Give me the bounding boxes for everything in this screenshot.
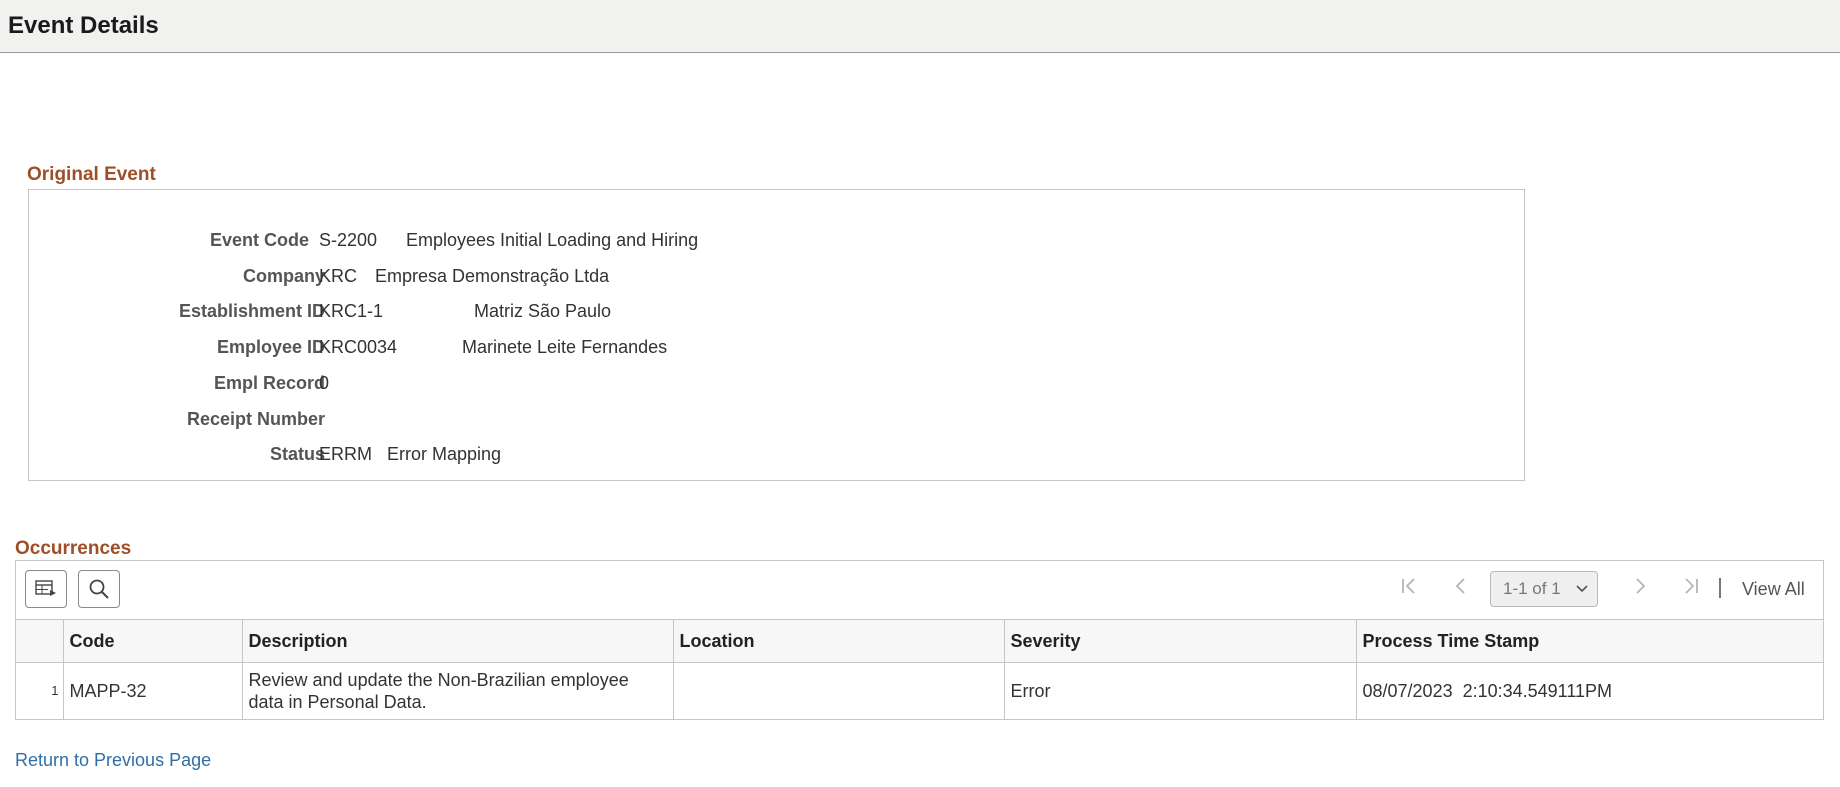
- cell-location: [672, 662, 1005, 719]
- previous-page-icon[interactable]: [1453, 576, 1467, 599]
- establishment-description: Matriz São Paulo: [474, 301, 612, 321]
- return-to-previous-page-link[interactable]: Return to Previous Page: [15, 750, 211, 771]
- field-label: Establishment ID: [178, 301, 325, 321]
- page-title: Event Details: [8, 12, 159, 39]
- company-value: KRC: [319, 266, 358, 286]
- find-in-grid-button[interactable]: [78, 570, 120, 608]
- field-label: Status: [269, 444, 325, 464]
- company-description: Empresa Demonstração Ltda: [375, 266, 610, 286]
- event-code-description: Employees Initial Loading and Hiring: [406, 230, 699, 250]
- field-label: Employee ID: [216, 337, 325, 357]
- grid-settings-icon: [35, 580, 56, 596]
- col-header-code[interactable]: Code: [62, 619, 243, 663]
- view-all-link[interactable]: View All: [1742, 579, 1805, 600]
- cell-code: MAPP-32: [62, 662, 243, 719]
- page-header: Event Details: [0, 0, 1840, 53]
- last-page-icon[interactable]: [1682, 576, 1700, 599]
- occurrences-table: Code Description Location Severity Proce…: [16, 619, 1823, 719]
- table-row: 1 MAPP-32 Review and update the Non-Braz…: [16, 662, 1823, 719]
- first-page-icon[interactable]: [1400, 576, 1418, 599]
- row-number: 1: [16, 662, 64, 719]
- cell-timestamp: 08/07/2023 2:10:34.549111PM: [1355, 662, 1823, 719]
- col-header-rownum: [16, 619, 64, 663]
- original-event-box: Event Code S-2200 Employees Initial Load…: [28, 189, 1525, 481]
- field-label: Empl Record: [213, 373, 325, 393]
- employee-id-value: KRC0034: [319, 337, 398, 357]
- event-code-value: S-2200: [319, 230, 378, 250]
- field-label: Receipt Number: [186, 409, 325, 429]
- pager-divider: [1719, 578, 1721, 598]
- cell-severity: Error: [1003, 662, 1357, 719]
- employee-name: Marinete Leite Fernandes: [462, 337, 668, 357]
- establishment-id-value: KRC1-1: [319, 301, 384, 321]
- cell-description: Review and update the Non-Brazilian empl…: [241, 662, 674, 719]
- original-event-title: Original Event: [27, 164, 156, 185]
- col-header-timestamp[interactable]: Process Time Stamp: [1355, 619, 1823, 663]
- chevron-down-icon: [1576, 572, 1588, 618]
- personalize-grid-button[interactable]: [25, 570, 67, 608]
- search-icon: [89, 579, 109, 599]
- row-range-value: 1-1 of 1: [1503, 579, 1561, 598]
- col-header-location[interactable]: Location: [672, 619, 1005, 663]
- status-description: Error Mapping: [387, 444, 502, 464]
- status-value: ERRM: [319, 444, 372, 464]
- col-header-severity[interactable]: Severity: [1003, 619, 1357, 663]
- occurrences-grid: 1-1 of 1 View All Code Description Locat…: [15, 560, 1824, 720]
- next-page-icon[interactable]: [1634, 576, 1648, 599]
- row-range-select[interactable]: 1-1 of 1: [1490, 571, 1598, 607]
- field-label: Company: [242, 266, 325, 286]
- occurrences-title: Occurrences: [15, 538, 132, 559]
- table-header-row: Code Description Location Severity Proce…: [16, 619, 1823, 663]
- empl-record-value: 0: [319, 373, 330, 393]
- col-header-description[interactable]: Description: [241, 619, 674, 663]
- field-label: Event Code: [209, 230, 309, 250]
